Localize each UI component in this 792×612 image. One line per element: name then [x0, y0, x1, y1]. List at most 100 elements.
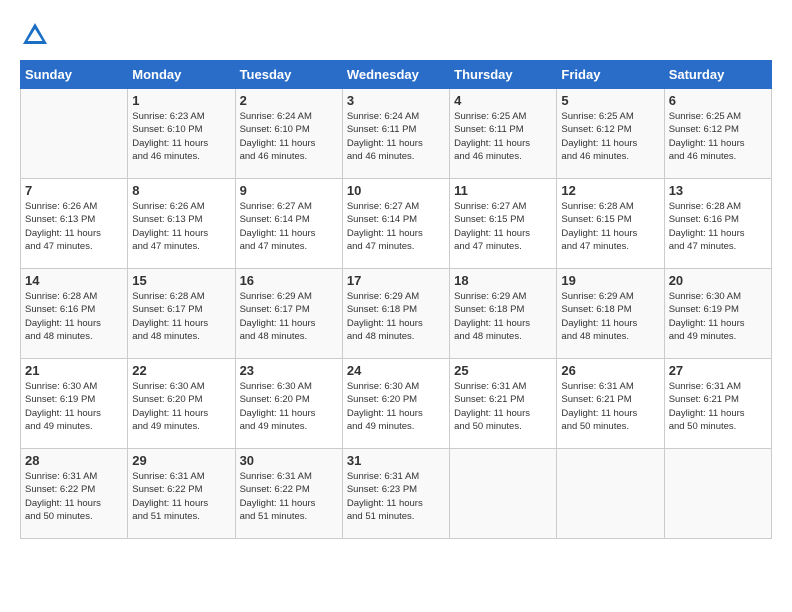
day-number: 31: [347, 453, 445, 468]
day-cell: 16 Sunrise: 6:29 AM Sunset: 6:17 PM Dayli…: [235, 269, 342, 359]
day-number: 23: [240, 363, 338, 378]
day-number: 5: [561, 93, 659, 108]
day-info: Sunrise: 6:27 AM Sunset: 6:15 PM Dayligh…: [454, 200, 552, 253]
day-cell: 1 Sunrise: 6:23 AM Sunset: 6:10 PM Daylig…: [128, 89, 235, 179]
day-cell: 14 Sunrise: 6:28 AM Sunset: 6:16 PM Dayli…: [21, 269, 128, 359]
day-info: Sunrise: 6:23 AM Sunset: 6:10 PM Dayligh…: [132, 110, 230, 163]
day-info: Sunrise: 6:31 AM Sunset: 6:22 PM Dayligh…: [25, 470, 123, 523]
day-number: 18: [454, 273, 552, 288]
day-number: 27: [669, 363, 767, 378]
day-cell: 26 Sunrise: 6:31 AM Sunset: 6:21 PM Dayli…: [557, 359, 664, 449]
day-number: 15: [132, 273, 230, 288]
day-cell: 24 Sunrise: 6:30 AM Sunset: 6:20 PM Dayli…: [342, 359, 449, 449]
day-info: Sunrise: 6:30 AM Sunset: 6:19 PM Dayligh…: [25, 380, 123, 433]
day-number: 3: [347, 93, 445, 108]
day-number: 8: [132, 183, 230, 198]
day-info: Sunrise: 6:25 AM Sunset: 6:12 PM Dayligh…: [561, 110, 659, 163]
day-cell: 25 Sunrise: 6:31 AM Sunset: 6:21 PM Dayli…: [450, 359, 557, 449]
day-cell: [450, 449, 557, 539]
day-cell: 23 Sunrise: 6:30 AM Sunset: 6:20 PM Dayli…: [235, 359, 342, 449]
day-number: 9: [240, 183, 338, 198]
day-info: Sunrise: 6:30 AM Sunset: 6:19 PM Dayligh…: [669, 290, 767, 343]
day-cell: 9Sunrise: 6:27 AM Sunset: 6:14 PM Daylig…: [235, 179, 342, 269]
day-cell: 17 Sunrise: 6:29 AM Sunset: 6:18 PM Dayli…: [342, 269, 449, 359]
day-number: 26: [561, 363, 659, 378]
day-cell: 4 Sunrise: 6:25 AM Sunset: 6:11 PM Daylig…: [450, 89, 557, 179]
day-info: Sunrise: 6:27 AM Sunset: 6:14 PM Dayligh…: [347, 200, 445, 253]
week-row-5: 28 Sunrise: 6:31 AM Sunset: 6:22 PM Dayli…: [21, 449, 772, 539]
day-info: Sunrise: 6:28 AM Sunset: 6:17 PM Dayligh…: [132, 290, 230, 343]
day-cell: [557, 449, 664, 539]
day-info: Sunrise: 6:30 AM Sunset: 6:20 PM Dayligh…: [240, 380, 338, 433]
day-number: 11: [454, 183, 552, 198]
logo-icon: [20, 20, 50, 50]
calendar-table: SundayMondayTuesdayWednesdayThursdayFrid…: [20, 60, 772, 539]
day-info: Sunrise: 6:28 AM Sunset: 6:16 PM Dayligh…: [25, 290, 123, 343]
day-cell: 13 Sunrise: 6:28 AM Sunset: 6:16 PM Dayli…: [664, 179, 771, 269]
day-number: 13: [669, 183, 767, 198]
day-info: Sunrise: 6:25 AM Sunset: 6:11 PM Dayligh…: [454, 110, 552, 163]
day-cell: [21, 89, 128, 179]
day-number: 12: [561, 183, 659, 198]
day-info: Sunrise: 6:29 AM Sunset: 6:18 PM Dayligh…: [561, 290, 659, 343]
day-info: Sunrise: 6:31 AM Sunset: 6:22 PM Dayligh…: [240, 470, 338, 523]
day-info: Sunrise: 6:31 AM Sunset: 6:21 PM Dayligh…: [669, 380, 767, 433]
day-number: 22: [132, 363, 230, 378]
day-info: Sunrise: 6:28 AM Sunset: 6:15 PM Dayligh…: [561, 200, 659, 253]
day-info: Sunrise: 6:31 AM Sunset: 6:23 PM Dayligh…: [347, 470, 445, 523]
day-info: Sunrise: 6:29 AM Sunset: 6:17 PM Dayligh…: [240, 290, 338, 343]
day-number: 21: [25, 363, 123, 378]
weekday-header-row: SundayMondayTuesdayWednesdayThursdayFrid…: [21, 61, 772, 89]
day-info: Sunrise: 6:31 AM Sunset: 6:21 PM Dayligh…: [454, 380, 552, 433]
day-info: Sunrise: 6:29 AM Sunset: 6:18 PM Dayligh…: [347, 290, 445, 343]
day-info: Sunrise: 6:30 AM Sunset: 6:20 PM Dayligh…: [347, 380, 445, 433]
day-number: 7: [25, 183, 123, 198]
weekday-header-wednesday: Wednesday: [342, 61, 449, 89]
day-info: Sunrise: 6:28 AM Sunset: 6:16 PM Dayligh…: [669, 200, 767, 253]
day-number: 24: [347, 363, 445, 378]
day-cell: 21 Sunrise: 6:30 AM Sunset: 6:19 PM Dayli…: [21, 359, 128, 449]
day-cell: 18Sunrise: 6:29 AM Sunset: 6:18 PM Dayli…: [450, 269, 557, 359]
day-cell: 28 Sunrise: 6:31 AM Sunset: 6:22 PM Dayli…: [21, 449, 128, 539]
day-number: 25: [454, 363, 552, 378]
day-number: 14: [25, 273, 123, 288]
day-info: Sunrise: 6:24 AM Sunset: 6:10 PM Dayligh…: [240, 110, 338, 163]
day-info: Sunrise: 6:31 AM Sunset: 6:22 PM Dayligh…: [132, 470, 230, 523]
day-number: 1: [132, 93, 230, 108]
day-cell: 10Sunrise: 6:27 AM Sunset: 6:14 PM Dayli…: [342, 179, 449, 269]
day-info: Sunrise: 6:30 AM Sunset: 6:20 PM Dayligh…: [132, 380, 230, 433]
weekday-header-tuesday: Tuesday: [235, 61, 342, 89]
day-cell: 30 Sunrise: 6:31 AM Sunset: 6:22 PM Dayli…: [235, 449, 342, 539]
weekday-header-thursday: Thursday: [450, 61, 557, 89]
day-number: 28: [25, 453, 123, 468]
day-info: Sunrise: 6:24 AM Sunset: 6:11 PM Dayligh…: [347, 110, 445, 163]
weekday-header-friday: Friday: [557, 61, 664, 89]
page-header: [20, 20, 772, 50]
day-info: Sunrise: 6:31 AM Sunset: 6:21 PM Dayligh…: [561, 380, 659, 433]
weekday-header-monday: Monday: [128, 61, 235, 89]
day-cell: 6Sunrise: 6:25 AM Sunset: 6:12 PM Daylig…: [664, 89, 771, 179]
day-number: 20: [669, 273, 767, 288]
day-cell: [664, 449, 771, 539]
day-cell: 3 Sunrise: 6:24 AM Sunset: 6:11 PM Daylig…: [342, 89, 449, 179]
day-cell: 8 Sunrise: 6:26 AM Sunset: 6:13 PM Daylig…: [128, 179, 235, 269]
day-cell: 20 Sunrise: 6:30 AM Sunset: 6:19 PM Dayli…: [664, 269, 771, 359]
day-number: 29: [132, 453, 230, 468]
day-number: 6: [669, 93, 767, 108]
day-cell: 2Sunrise: 6:24 AM Sunset: 6:10 PM Daylig…: [235, 89, 342, 179]
day-info: Sunrise: 6:26 AM Sunset: 6:13 PM Dayligh…: [25, 200, 123, 253]
day-number: 17: [347, 273, 445, 288]
weekday-header-sunday: Sunday: [21, 61, 128, 89]
day-number: 16: [240, 273, 338, 288]
week-row-4: 21 Sunrise: 6:30 AM Sunset: 6:19 PM Dayli…: [21, 359, 772, 449]
week-row-1: 1 Sunrise: 6:23 AM Sunset: 6:10 PM Daylig…: [21, 89, 772, 179]
day-info: Sunrise: 6:26 AM Sunset: 6:13 PM Dayligh…: [132, 200, 230, 253]
week-row-3: 14 Sunrise: 6:28 AM Sunset: 6:16 PM Dayli…: [21, 269, 772, 359]
logo: [20, 20, 52, 50]
day-cell: 7 Sunrise: 6:26 AM Sunset: 6:13 PM Daylig…: [21, 179, 128, 269]
day-cell: 11 Sunrise: 6:27 AM Sunset: 6:15 PM Dayli…: [450, 179, 557, 269]
day-cell: 15 Sunrise: 6:28 AM Sunset: 6:17 PM Dayli…: [128, 269, 235, 359]
day-number: 4: [454, 93, 552, 108]
day-number: 30: [240, 453, 338, 468]
day-cell: 19Sunrise: 6:29 AM Sunset: 6:18 PM Dayli…: [557, 269, 664, 359]
